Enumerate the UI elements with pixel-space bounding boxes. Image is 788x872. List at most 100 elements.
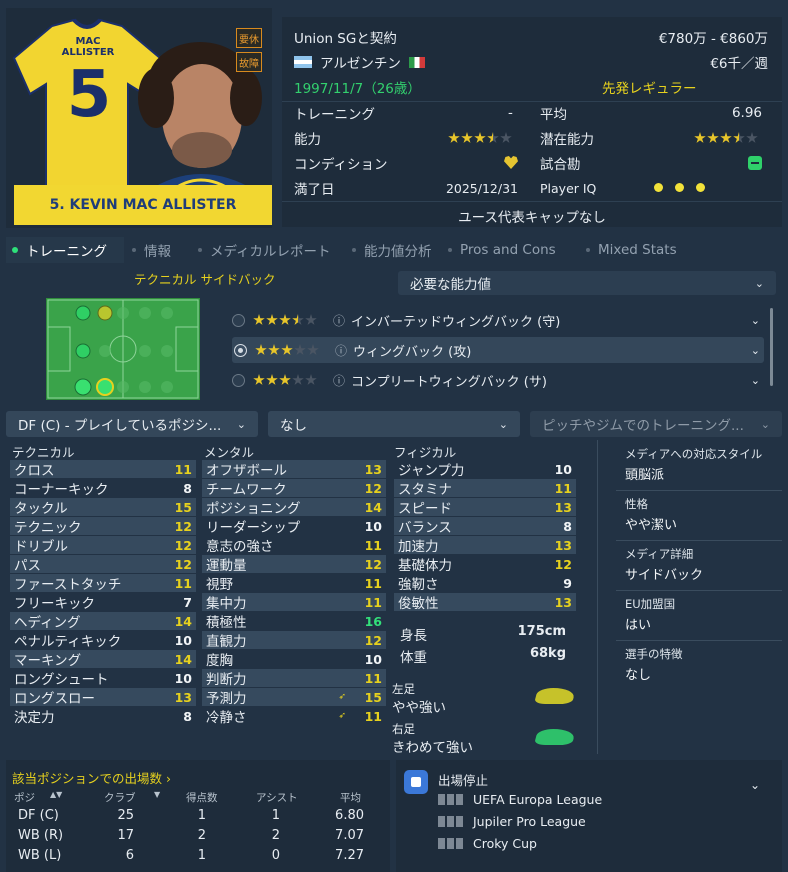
attribute-row[interactable]: 判断力 11 xyxy=(202,669,386,688)
comparison-dropdown[interactable]: なし ⌄ xyxy=(268,411,520,437)
attribute-row[interactable]: 基礎体力 12 xyxy=(394,555,576,575)
appearance-pos: WB (L) xyxy=(18,848,62,863)
appearance-goals: 1 xyxy=(197,808,206,823)
attribute-name: ジャンプ力 xyxy=(398,463,465,479)
required-attributes-dropdown[interactable]: 必要な能力値 ⌄ xyxy=(398,271,776,295)
attribute-name: ポジショニング xyxy=(206,501,301,517)
attribute-row[interactable]: パス 12 xyxy=(10,555,196,574)
training-filter-dropdown[interactable]: ピッチやジムでのトレーニング... ⌄ xyxy=(530,411,782,437)
scrollbar[interactable] xyxy=(770,308,773,386)
left-foot-label: 左足 xyxy=(392,682,415,696)
tab-mixed-stats[interactable]: Mixed Stats xyxy=(586,237,677,263)
chevron-down-icon[interactable]: ⌄ xyxy=(751,314,760,327)
attribute-row[interactable]: ジャンプ力 10 xyxy=(394,460,576,480)
star-icon xyxy=(448,132,460,143)
attribute-row[interactable]: コーナーキック 8 xyxy=(10,479,196,499)
attribute-row[interactable]: 強靭さ 9 xyxy=(394,574,576,594)
attribute-row[interactable]: タックル 15 xyxy=(10,498,196,517)
attribute-row[interactable]: ドリブル 12 xyxy=(10,536,196,555)
tab-bar: トレーニング 情報 メディカルレポート 能力値分析 Pros and Cons … xyxy=(6,237,782,263)
attribute-row[interactable]: フリーキック 7 xyxy=(10,593,196,613)
player-info-panel: Union SGと契約 €780万 - €860万 アルゼンチン €6千／週 1… xyxy=(282,17,782,227)
attribute-row[interactable]: スタミナ 11 xyxy=(394,479,576,498)
info-icon[interactable]: ⓘ xyxy=(333,372,345,389)
player-iq-label: Player IQ xyxy=(540,180,597,196)
info-icon[interactable]: ⓘ xyxy=(335,342,347,359)
attribute-row[interactable]: ペナルティキック 10 xyxy=(10,631,196,651)
attribute-row[interactable]: 直観力 12 xyxy=(202,631,386,650)
col-apps[interactable]: クラブ xyxy=(104,790,136,805)
attribute-name: パス xyxy=(14,558,41,574)
chevron-down-icon[interactable]: ⌄ xyxy=(750,778,760,792)
attribute-row[interactable]: 集中力 11 xyxy=(202,593,386,612)
attribute-row[interactable]: 予測力 ➶ 15 xyxy=(202,688,386,707)
attribute-row[interactable]: ファーストタッチ 11 xyxy=(10,574,196,593)
col-pos[interactable]: ポジ xyxy=(14,790,35,805)
condition-label: コンディション xyxy=(294,157,388,173)
attribute-row[interactable]: チームワーク 12 xyxy=(202,479,386,498)
position-filter-dropdown[interactable]: DF (C) - プレイしているポジシ... ⌄ xyxy=(6,411,258,437)
attribute-row[interactable]: 積極性 16 xyxy=(202,612,386,632)
col-avg[interactable]: 平均 xyxy=(340,790,361,805)
attribute-row[interactable]: 決定力 8 xyxy=(10,707,196,727)
attribute-row[interactable]: テクニック 12 xyxy=(10,517,196,536)
tag-injury[interactable]: 故障 xyxy=(236,52,262,72)
star-icon xyxy=(461,132,473,143)
role-row[interactable]: ⓘ インバーテッドウィングバック (守) ⌄ xyxy=(232,307,764,333)
attribute-row[interactable]: リーダーシップ 10 xyxy=(202,517,386,537)
contract-text[interactable]: Union SGと契約 xyxy=(294,26,397,48)
role-label: ウィングバック (攻) xyxy=(353,344,472,360)
attribute-row[interactable]: 加速力 13 xyxy=(394,536,576,555)
side-info-value: はい xyxy=(625,618,652,633)
attribute-value: 15 xyxy=(364,689,382,705)
wage: €6千／週 xyxy=(710,56,768,72)
attribute-value: 12 xyxy=(174,537,192,553)
role-row[interactable]: ⓘ コンプリートウィングバック (サ) ⌄ xyxy=(232,367,764,393)
tab-info[interactable]: 情報 xyxy=(132,237,171,263)
boot-yellow-icon xyxy=(533,688,577,704)
side-info-value: なし xyxy=(625,668,652,683)
tab-medical[interactable]: メディカルレポート xyxy=(198,237,331,263)
attribute-row[interactable]: 度胸 10 xyxy=(202,650,386,670)
nationality[interactable]: アルゼンチン xyxy=(294,51,425,73)
role-label: コンプリートウィングバック (サ) xyxy=(351,374,547,390)
col-goals[interactable]: 得点数 xyxy=(186,790,218,805)
role-radio[interactable] xyxy=(232,373,245,387)
attribute-row[interactable]: ポジショニング 14 xyxy=(202,498,386,517)
sort-icon[interactable]: ▲▼ xyxy=(50,790,62,799)
attribute-name: マーキング xyxy=(14,653,82,669)
col-assists[interactable]: アシスト xyxy=(256,790,298,805)
tab-analysis[interactable]: 能力値分析 xyxy=(352,237,432,263)
role-radio[interactable] xyxy=(232,313,245,327)
attribute-value: 10 xyxy=(174,670,192,686)
attribute-name: スタミナ xyxy=(398,482,452,498)
attribute-row[interactable]: スピード 13 xyxy=(394,498,576,517)
attribute-row[interactable]: オフザボール 13 xyxy=(202,460,386,479)
attribute-value: 13 xyxy=(364,461,382,477)
attribute-name: スピード xyxy=(398,501,452,517)
tab-pros-cons[interactable]: Pros and Cons xyxy=(448,237,556,263)
role-radio[interactable] xyxy=(234,343,247,357)
attribute-row[interactable]: 俊敏性 13 xyxy=(394,593,576,612)
attribute-row[interactable]: マーキング 14 xyxy=(10,650,196,669)
attribute-row[interactable]: ヘディング 14 xyxy=(10,612,196,631)
info-icon[interactable]: ⓘ xyxy=(333,312,345,329)
chevron-down-icon[interactable]: ⌄ xyxy=(751,374,760,387)
attribute-row[interactable]: 冷静さ ➶ 11 xyxy=(202,707,386,727)
squad-status[interactable]: 先発レギュラー xyxy=(602,76,697,98)
attribute-row[interactable]: ロングシュート 10 xyxy=(10,669,196,689)
attribute-row[interactable]: 意志の強さ 11 xyxy=(202,536,386,556)
appearances-title[interactable]: 該当ポジションでの出場数 › xyxy=(12,768,171,787)
attribute-row[interactable]: クロス 11 xyxy=(10,460,196,479)
sort-desc-icon[interactable]: ▼ xyxy=(154,790,160,799)
avg-label: 平均 xyxy=(540,107,567,123)
attribute-row[interactable]: 視野 11 xyxy=(202,574,386,594)
tag-rest[interactable]: 要休 xyxy=(236,28,262,48)
attribute-name: 集中力 xyxy=(206,596,247,612)
role-row-selected[interactable]: ⓘ ウィングバック (攻) ⌄ xyxy=(232,337,764,363)
attribute-row[interactable]: バランス 8 xyxy=(394,517,576,536)
attribute-row[interactable]: 運動量 12 xyxy=(202,555,386,574)
chevron-down-icon[interactable]: ⌄ xyxy=(751,344,760,357)
attribute-row[interactable]: ロングスロー 13 xyxy=(10,688,196,707)
tab-training[interactable]: トレーニング xyxy=(6,237,124,263)
